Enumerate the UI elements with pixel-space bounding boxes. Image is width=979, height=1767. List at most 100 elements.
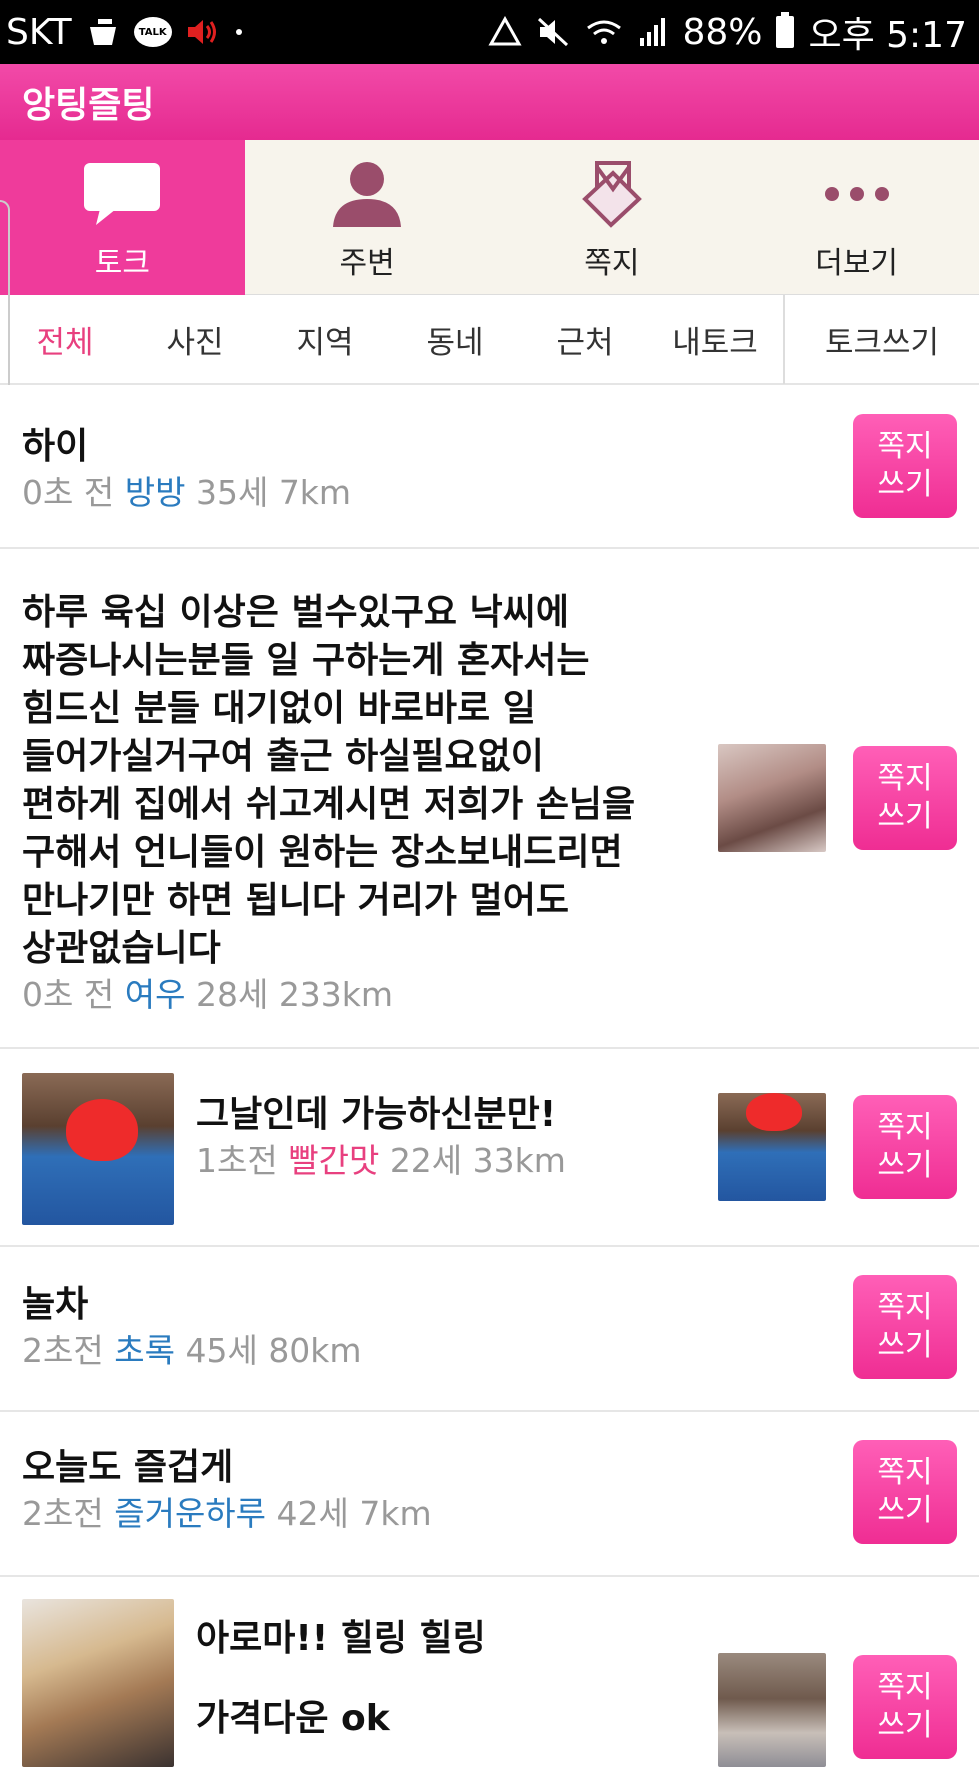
post-nickname[interactable]: 빨간맛: [288, 1141, 379, 1180]
avatar[interactable]: [22, 1073, 174, 1225]
post-meta: 2초전 즐거운하루 42세 7km: [22, 1492, 432, 1536]
list-item[interactable]: 오늘도 즐겁게 2초전 즐거운하루 42세 7km 쪽지 쓰기: [0, 1412, 979, 1577]
post-title-line: 상관없습니다: [22, 928, 221, 969]
heart-sticker: [746, 1093, 802, 1131]
signal-icon: [638, 16, 668, 48]
write-talk-button[interactable]: 토크쓰기: [785, 317, 979, 362]
post-distance: 80km: [268, 1331, 362, 1370]
post-age: 22세: [389, 1141, 463, 1180]
recycle-icon: [488, 16, 523, 48]
post-title: 놀차: [22, 1284, 89, 1325]
send-note-label-1: 쪽지: [877, 429, 933, 464]
post-nickname[interactable]: 방방: [125, 473, 186, 512]
post-nickname[interactable]: 초록: [114, 1331, 175, 1370]
post-title-line: 들어가실거구여 출근 하실필요없이: [22, 736, 544, 777]
note-icon: [577, 154, 647, 234]
list-item[interactable]: 놀차 2초전 초록 45세 80km 쪽지 쓰기: [0, 1247, 979, 1412]
send-note-label-2: 쓰기: [877, 1493, 933, 1528]
tab-notes[interactable]: 쪽지: [490, 140, 735, 295]
mute-icon: [536, 16, 570, 48]
send-note-label-2: 쓰기: [877, 467, 933, 502]
send-note-label-2: 쓰기: [877, 1148, 933, 1183]
carrier-label: SKT: [6, 11, 72, 53]
post-title-line: 가격다운 ok: [196, 1698, 390, 1739]
dot-icon: [234, 27, 244, 37]
post-nickname[interactable]: 여우: [125, 975, 186, 1014]
tab-more[interactable]: 더보기: [734, 140, 979, 295]
list-item[interactable]: 하이 0초 전 방방 35세 7km 쪽지 쓰기: [0, 385, 979, 549]
wifi-icon: [584, 16, 624, 48]
post-photo-thumbnail[interactable]: [718, 1653, 826, 1767]
filter-tab-all[interactable]: 전체: [0, 317, 130, 362]
status-left: SKT TALK: [6, 12, 244, 53]
app-title: 앙팅즐팅: [22, 85, 155, 126]
send-note-button[interactable]: 쪽지 쓰기: [853, 1655, 957, 1759]
tab-talk-label: 토크: [94, 245, 150, 281]
main-tab-bar: 토크 주변 쪽지 더보기: [0, 140, 979, 295]
post-age: 28세: [195, 975, 269, 1014]
clock: 오후 5:17: [808, 15, 967, 56]
list-item[interactable]: 아로마!! 힐링 힐링 가격다운 ok 쪽지 쓰기: [0, 1577, 979, 1767]
post-meta: 0초 전 방방 35세 7km: [22, 471, 351, 515]
volume-icon: [186, 17, 220, 47]
send-note-label-1: 쪽지: [877, 1290, 933, 1325]
post-photo-thumbnail[interactable]: [718, 744, 826, 852]
chat-bubble-icon: [82, 154, 162, 234]
kakaotalk-label: TALK: [133, 17, 172, 47]
battery-icon: [776, 12, 795, 48]
post-meta: 0초 전 여우 28세 233km: [22, 973, 702, 1017]
send-note-label-1: 쪽지: [877, 761, 933, 796]
tab-talk[interactable]: 토크: [0, 140, 245, 295]
heart-sticker: [66, 1099, 138, 1161]
send-note-label-1: 쪽지: [877, 1670, 933, 1705]
tab-nearby-label: 주변: [339, 245, 395, 281]
post-age: 35세: [195, 473, 269, 512]
filter-tabs: 전체 사진 지역 동네 근처 내토크 토크쓰기: [0, 294, 979, 385]
send-note-button[interactable]: 쪽지 쓰기: [853, 1440, 957, 1544]
talk-feed: 하이 0초 전 방방 35세 7km 쪽지 쓰기 하루 육십 이상은 벌수있구요…: [0, 385, 979, 1767]
send-note-label-1: 쪽지: [877, 1110, 933, 1145]
post-distance: 7km: [278, 473, 352, 512]
list-item[interactable]: 그날인데 가능하신분만! 1초전 빨간맛 22세 33km 쪽지 쓰기: [0, 1049, 979, 1247]
person-icon: [329, 154, 405, 234]
post-time: 1초전: [196, 1141, 278, 1180]
post-title-line: 힘드신 분들 대기없이 바로바로 일: [22, 688, 536, 729]
tab-notes-label: 쪽지: [584, 245, 640, 281]
post-distance: 7km: [359, 1494, 432, 1533]
post-time: 0초 전: [22, 473, 115, 512]
post-time: 2초전: [22, 1331, 104, 1370]
list-item[interactable]: 하루 육십 이상은 벌수있구요 낙씨에 짜증나시는분들 일 구하는게 혼자서는 …: [0, 549, 979, 1049]
status-bar: SKT TALK 88% 오후 5:17: [0, 0, 979, 64]
post-title: 하이: [22, 426, 89, 467]
tab-nearby[interactable]: 주변: [245, 140, 490, 295]
tab-more-label: 더보기: [815, 245, 899, 281]
post-title-line: 편하게 집에서 쉬고계시면 저희가 손님을: [22, 784, 636, 825]
post-title-line: 만나기만 하면 됩니다 거리가 멀어도: [22, 880, 569, 921]
send-note-button[interactable]: 쪽지 쓰기: [853, 414, 957, 518]
post-age: 45세: [185, 1331, 258, 1370]
send-note-button[interactable]: 쪽지 쓰기: [853, 1275, 957, 1379]
post-title: 오늘도 즐겁게: [22, 1447, 234, 1488]
send-note-label-2: 쓰기: [877, 1328, 933, 1363]
filter-tab-photo[interactable]: 사진: [130, 317, 260, 362]
post-nickname[interactable]: 즐거운하루: [114, 1494, 266, 1533]
post-age: 42세: [276, 1494, 349, 1533]
post-title-line: 하루 육십 이상은 벌수있구요 낙씨에: [22, 592, 569, 633]
more-icon: [822, 154, 892, 234]
send-note-button[interactable]: 쪽지 쓰기: [853, 746, 957, 850]
filter-tab-neighborhood[interactable]: 동네: [390, 317, 520, 362]
post-meta: 1초전 빨간맛 22세 33km: [196, 1139, 566, 1183]
post-title-line: 짜증나시는분들 일 구하는게 혼자서는: [22, 640, 590, 681]
filter-tab-region[interactable]: 지역: [260, 317, 390, 362]
send-note-label-2: 쓰기: [877, 1708, 933, 1743]
kakaotalk-icon: TALK: [133, 17, 172, 47]
status-right: 88% 오후 5:17: [488, 6, 967, 58]
send-note-button[interactable]: 쪽지 쓰기: [853, 1095, 957, 1199]
post-photo-thumbnail[interactable]: [718, 1093, 826, 1201]
battery-percent: 88%: [682, 11, 763, 53]
send-note-label-1: 쪽지: [877, 1455, 933, 1490]
filter-tab-my-talk[interactable]: 내토크: [650, 317, 780, 362]
post-meta: 2초전 초록 45세 80km: [22, 1329, 362, 1373]
filter-tab-nearby[interactable]: 근처: [520, 317, 650, 362]
post-title: 그날인데 가능하신분만!: [196, 1094, 557, 1135]
